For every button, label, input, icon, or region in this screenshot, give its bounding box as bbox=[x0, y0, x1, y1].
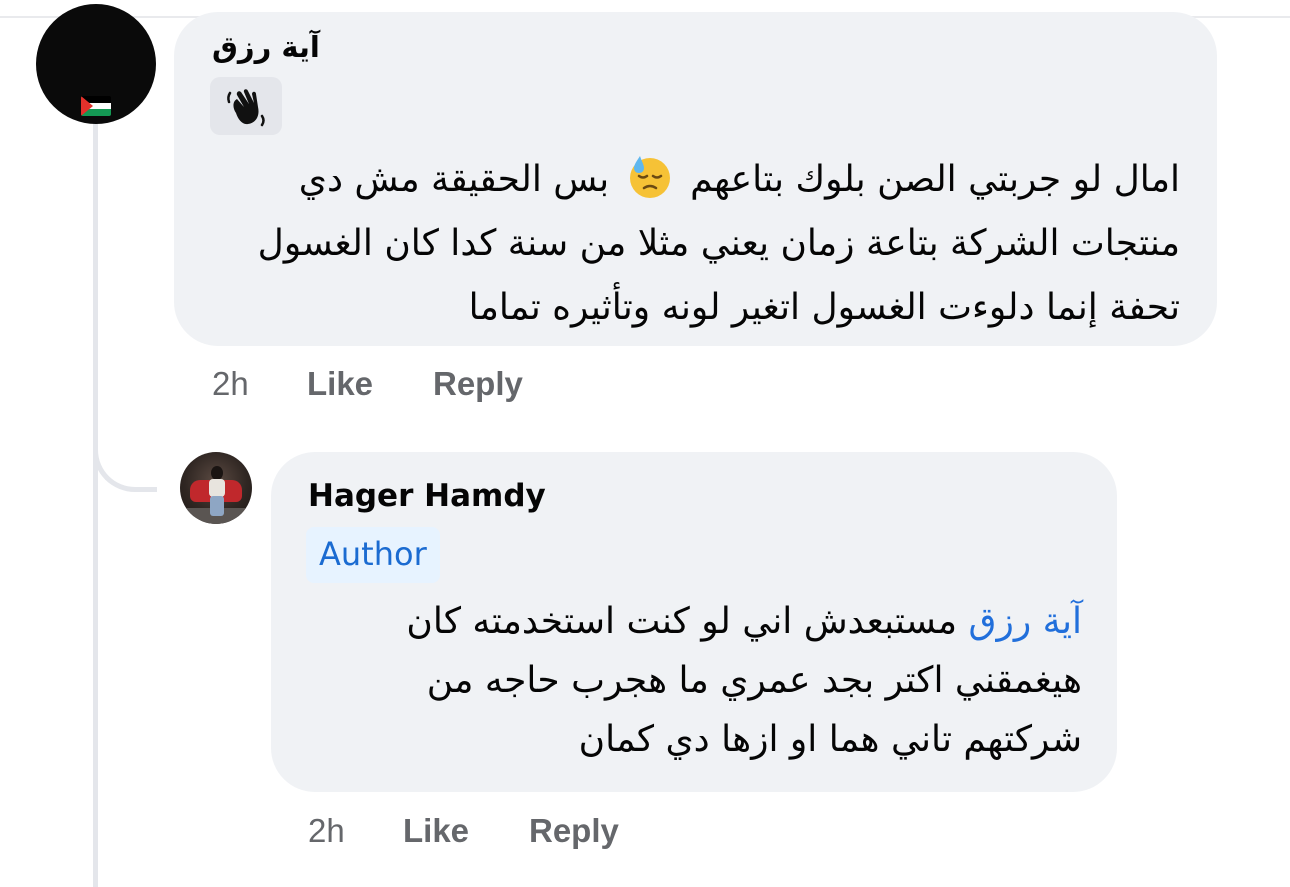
reply-like-button[interactable]: Like bbox=[403, 812, 469, 850]
palestine-flag-icon bbox=[81, 96, 111, 116]
avatar[interactable] bbox=[36, 4, 156, 124]
reply-avatar[interactable] bbox=[180, 452, 252, 524]
reply-timestamp[interactable]: 2h bbox=[308, 812, 345, 850]
mention-link[interactable]: آية رزق bbox=[969, 601, 1082, 642]
waving-hand-badge bbox=[210, 77, 282, 135]
reply-author-name[interactable]: Hager Hamdy bbox=[308, 478, 546, 514]
reply-text: آية رزق مستبعدش اني لو كنت استخدمته كان … bbox=[300, 592, 1082, 769]
comment-timestamp[interactable]: 2h bbox=[212, 365, 249, 403]
author-badge: Author bbox=[306, 527, 440, 583]
reply-reply-button[interactable]: Reply bbox=[529, 812, 619, 850]
downcast-face-with-sweat-icon bbox=[629, 156, 670, 198]
waving-hand-icon bbox=[227, 89, 265, 127]
thread-line bbox=[93, 118, 98, 887]
like-button[interactable]: Like bbox=[307, 365, 373, 403]
comment-text: امال لو جربتي الصن بلوك بتاعهم بس الحقيق… bbox=[200, 148, 1180, 340]
comment-author-name[interactable]: آية رزق bbox=[212, 30, 512, 64]
reply-button[interactable]: Reply bbox=[433, 365, 523, 403]
comment-text-part1: امال لو جربتي الصن بلوك بتاعهم bbox=[690, 159, 1180, 200]
thread-connector bbox=[93, 400, 157, 492]
